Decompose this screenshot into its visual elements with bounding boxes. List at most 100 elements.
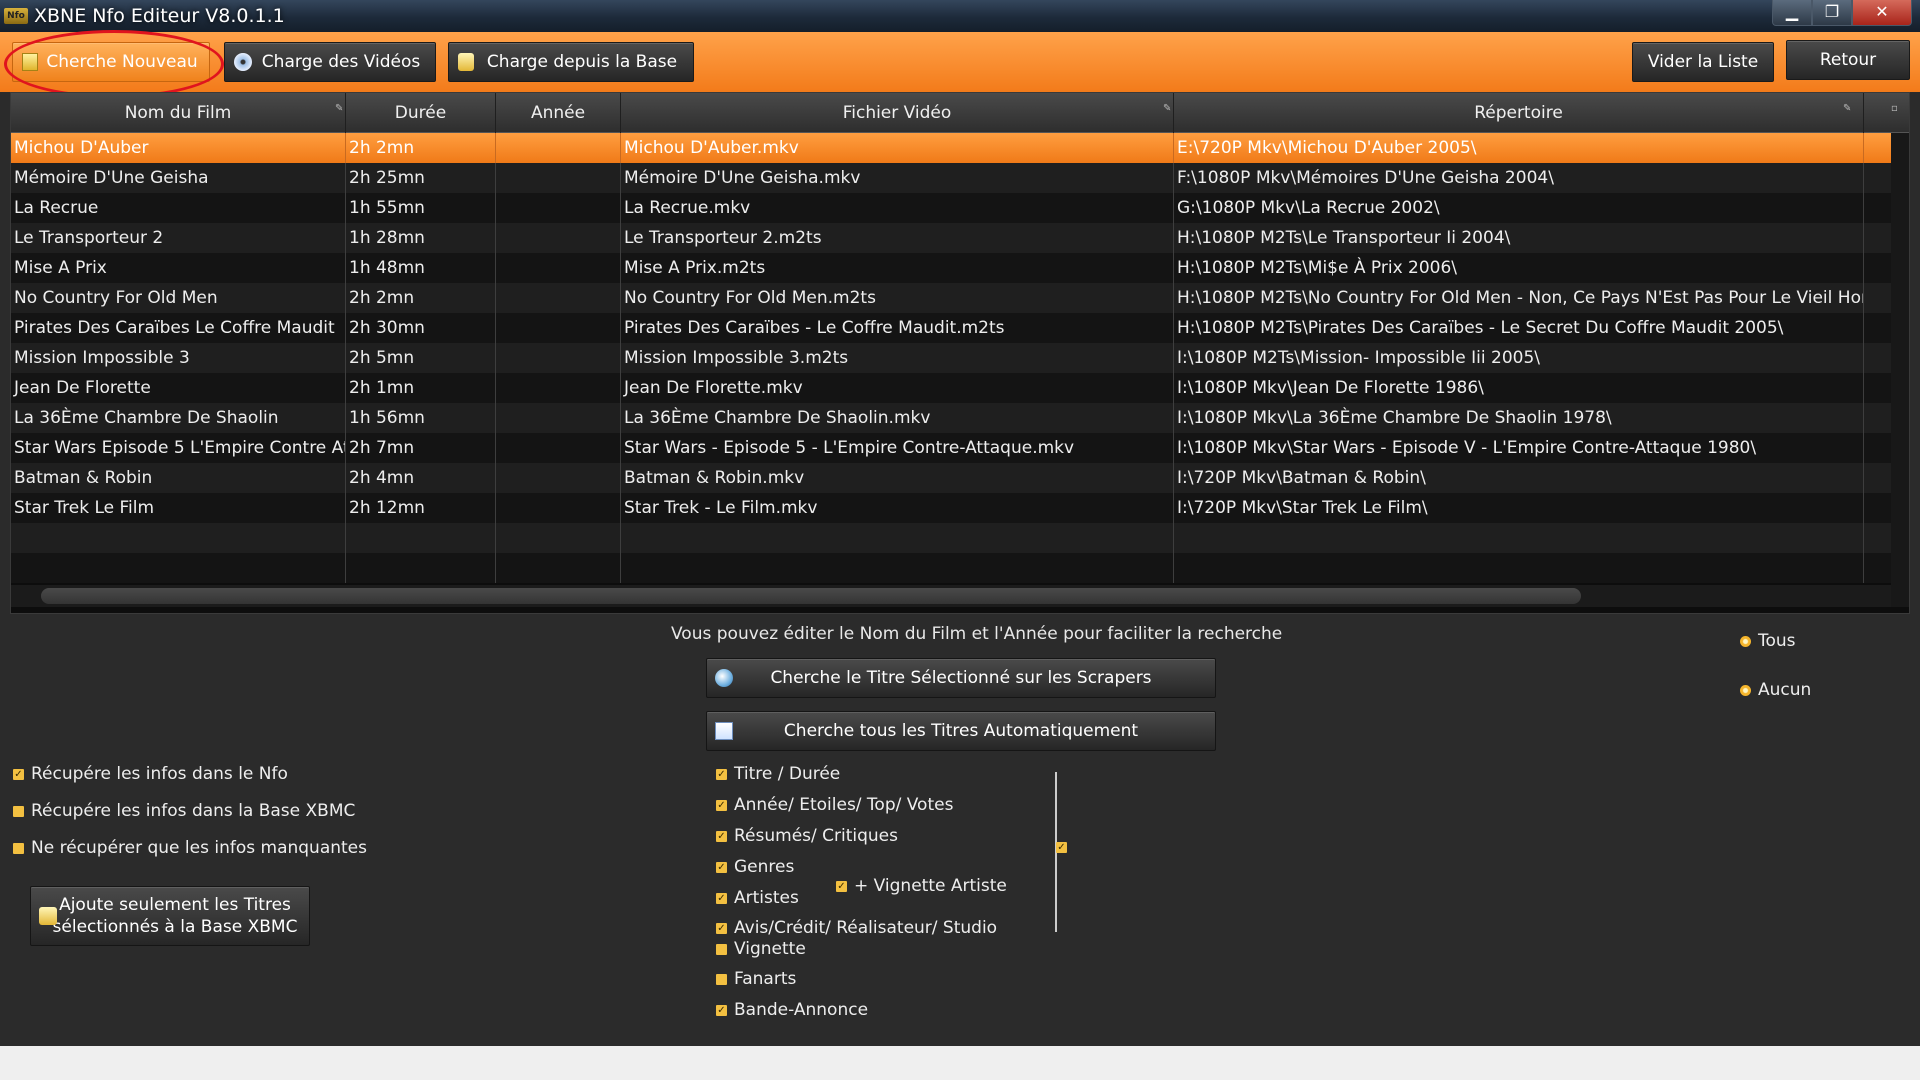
cell-directory[interactable]: I:\720P Mkv\Batman & Robin\ bbox=[1174, 463, 1864, 493]
table-row[interactable]: La Recrue 1h 55mn La Recrue.mkv G:\1080P Mk… bbox=[11, 193, 1909, 223]
table-row[interactable]: Star Trek Le Film 2h 12mn Star Trek - Le F… bbox=[11, 493, 1909, 523]
column-chooser-icon[interactable]: ▫ bbox=[1891, 104, 1899, 114]
cell-file[interactable]: Batman & Robin.mkv bbox=[621, 463, 1174, 493]
cell-directory[interactable]: G:\1080P Mkv\La Recrue 2002\ bbox=[1174, 193, 1864, 223]
table-row[interactable]: La 36Ème Chambre De Shaolin 1h 56mn La 36È… bbox=[11, 403, 1909, 433]
cell-title[interactable]: Star Wars Episode 5 L'Empire Contre Atta bbox=[11, 433, 346, 463]
cell-file[interactable]: Mémoire D'Une Geisha.mkv bbox=[621, 163, 1174, 193]
table-row[interactable]: Batman & Robin 2h 4mn Batman & Robin.mkv I:… bbox=[11, 463, 1909, 493]
cell-title[interactable]: No Country For Old Men bbox=[11, 283, 346, 313]
table-row[interactable]: Le Transporteur 2 1h 28mn Le Transporteur … bbox=[11, 223, 1909, 253]
cell-file[interactable]: La Recrue.mkv bbox=[621, 193, 1174, 223]
cell-duration[interactable]: 2h 2mn bbox=[346, 133, 496, 163]
table-row[interactable]: Pirates Des Caraïbes Le Coffre Maudit 2h … bbox=[11, 313, 1909, 343]
cell-title[interactable] bbox=[11, 523, 346, 553]
cell-title[interactable]: Jean De Florette bbox=[11, 373, 346, 403]
column-header-year[interactable]: Année bbox=[496, 93, 621, 133]
cell-file[interactable]: Jean De Florette.mkv bbox=[621, 373, 1174, 403]
minimize-icon[interactable]: ▁ bbox=[1772, 0, 1812, 26]
cell-directory[interactable] bbox=[1174, 553, 1864, 583]
cell-title[interactable]: La 36Ème Chambre De Shaolin bbox=[11, 403, 346, 433]
table-row[interactable]: No Country For Old Men 2h 2mn No Country F… bbox=[11, 283, 1909, 313]
cell-duration[interactable]: 2h 25mn bbox=[346, 163, 496, 193]
cell-year[interactable] bbox=[496, 523, 621, 553]
cell-title[interactable]: Pirates Des Caraïbes Le Coffre Maudit bbox=[11, 313, 346, 343]
cell-directory[interactable]: H:\1080P M2Ts\Mi$e À Prix 2006\ bbox=[1174, 253, 1864, 283]
cell-year[interactable] bbox=[496, 463, 621, 493]
cell-file[interactable] bbox=[621, 523, 1174, 553]
load-videos-button[interactable]: Charge des Vidéos bbox=[224, 42, 436, 82]
search-selected-button[interactable]: Cherche le Titre Sélectionné sur les Scr… bbox=[706, 658, 1216, 698]
cell-year[interactable] bbox=[496, 313, 621, 343]
cell-title[interactable]: Michou D'Auber bbox=[11, 133, 346, 163]
search-all-button[interactable]: Cherche tous les Titres Automatiquement bbox=[706, 711, 1216, 751]
table-row[interactable]: Star Wars Episode 5 L'Empire Contre Atta… bbox=[11, 433, 1909, 463]
cell-directory[interactable]: I:\1080P Mkv\La 36Ème Chambre De Shaolin… bbox=[1174, 403, 1864, 433]
cell-file[interactable]: Mise A Prix.m2ts bbox=[621, 253, 1174, 283]
cell-year[interactable] bbox=[496, 433, 621, 463]
cell-year[interactable] bbox=[496, 223, 621, 253]
cell-year[interactable] bbox=[496, 493, 621, 523]
cell-file[interactable]: No Country For Old Men.m2ts bbox=[621, 283, 1174, 313]
column-header-directory[interactable]: Répertoire bbox=[1174, 93, 1864, 133]
cell-title[interactable]: Star Trek Le Film bbox=[11, 493, 346, 523]
cell-directory[interactable] bbox=[1174, 523, 1864, 553]
load-from-base-button[interactable]: Charge depuis la Base bbox=[448, 42, 694, 82]
sort-handle-icon[interactable]: ✎ bbox=[335, 104, 343, 114]
add-selected-to-base-button[interactable]: Ajoute seulement les Titres sélectionnés… bbox=[30, 886, 310, 946]
cell-directory[interactable]: H:\1080P M2Ts\No Country For Old Men - N… bbox=[1174, 283, 1864, 313]
vertical-scrollbar[interactable] bbox=[1891, 133, 1909, 607]
cell-title[interactable]: Mission Impossible 3 bbox=[11, 343, 346, 373]
column-header-duration[interactable]: Durée bbox=[346, 93, 496, 133]
close-icon[interactable]: ✕ bbox=[1852, 0, 1912, 26]
cell-title[interactable]: Batman & Robin bbox=[11, 463, 346, 493]
cell-file[interactable]: Star Trek - Le Film.mkv bbox=[621, 493, 1174, 523]
column-header-file[interactable]: Fichier Vidéo bbox=[621, 93, 1174, 133]
cell-year[interactable] bbox=[496, 253, 621, 283]
cell-year[interactable] bbox=[496, 373, 621, 403]
cell-title[interactable]: Mémoire D'Une Geisha bbox=[11, 163, 346, 193]
cell-duration[interactable]: 2h 30mn bbox=[346, 313, 496, 343]
cell-duration[interactable]: 2h 4mn bbox=[346, 463, 496, 493]
table-row[interactable] bbox=[11, 553, 1909, 583]
table-row[interactable]: Mission Impossible 3 2h 5mn Mission Imposs… bbox=[11, 343, 1909, 373]
cell-directory[interactable]: H:\1080P M2Ts\Pirates Des Caraïbes - Le … bbox=[1174, 313, 1864, 343]
cell-file[interactable]: La 36Ème Chambre De Shaolin.mkv bbox=[621, 403, 1174, 433]
cell-directory[interactable]: F:\1080P Mkv\Mémoires D'Une Geisha 2004\ bbox=[1174, 163, 1864, 193]
cell-duration[interactable]: 1h 28mn bbox=[346, 223, 496, 253]
clear-list-button[interactable]: Vider la Liste bbox=[1632, 42, 1774, 82]
cell-duration[interactable] bbox=[346, 553, 496, 583]
back-button[interactable]: Retour bbox=[1786, 40, 1910, 80]
cell-year[interactable] bbox=[496, 343, 621, 373]
sort-handle-icon[interactable]: ✎ bbox=[1163, 104, 1171, 114]
cell-title[interactable]: Mise A Prix bbox=[11, 253, 346, 283]
movie-grid[interactable]: Nom du Film Durée Année Fichier Vidéo Ré… bbox=[10, 92, 1910, 614]
restore-icon[interactable]: ❐ bbox=[1812, 0, 1852, 26]
cell-file[interactable]: Pirates Des Caraïbes - Le Coffre Maudit.… bbox=[621, 313, 1174, 343]
table-row[interactable]: Jean De Florette 2h 1mn Jean De Florette.m… bbox=[11, 373, 1909, 403]
cell-title[interactable] bbox=[11, 553, 346, 583]
cell-directory[interactable]: I:\1080P Mkv\Star Wars - Episode V - L'E… bbox=[1174, 433, 1864, 463]
cell-file[interactable]: Star Wars - Episode 5 - L'Empire Contre-… bbox=[621, 433, 1174, 463]
column-header-title[interactable]: Nom du Film bbox=[11, 93, 346, 133]
cell-duration[interactable]: 2h 2mn bbox=[346, 283, 496, 313]
cell-duration[interactable]: 2h 1mn bbox=[346, 373, 496, 403]
table-row[interactable]: Mise A Prix 1h 48mn Mise A Prix.m2ts H:\108… bbox=[11, 253, 1909, 283]
cell-directory[interactable]: I:\1080P Mkv\Jean De Florette 1986\ bbox=[1174, 373, 1864, 403]
cell-duration[interactable]: 1h 56mn bbox=[346, 403, 496, 433]
cell-duration[interactable]: 1h 55mn bbox=[346, 193, 496, 223]
cell-directory[interactable]: I:\1080P M2Ts\Mission- Impossible Iii 20… bbox=[1174, 343, 1864, 373]
cell-directory[interactable]: H:\1080P M2Ts\Le Transporteur Ii 2004\ bbox=[1174, 223, 1864, 253]
table-row[interactable]: Michou D'Auber 2h 2mn Michou D'Auber.mkv E:… bbox=[11, 133, 1909, 163]
cell-directory[interactable]: E:\720P Mkv\Michou D'Auber 2005\ bbox=[1174, 133, 1864, 163]
cell-duration[interactable] bbox=[346, 523, 496, 553]
cell-directory[interactable]: I:\720P Mkv\Star Trek Le Film\ bbox=[1174, 493, 1864, 523]
cell-file[interactable] bbox=[621, 553, 1174, 583]
cell-duration[interactable]: 2h 12mn bbox=[346, 493, 496, 523]
cell-duration[interactable]: 2h 5mn bbox=[346, 343, 496, 373]
horizontal-scroll-thumb[interactable] bbox=[41, 588, 1581, 604]
cell-title[interactable]: La Recrue bbox=[11, 193, 346, 223]
cell-year[interactable] bbox=[496, 283, 621, 313]
cell-year[interactable] bbox=[496, 133, 621, 163]
cell-year[interactable] bbox=[496, 553, 621, 583]
